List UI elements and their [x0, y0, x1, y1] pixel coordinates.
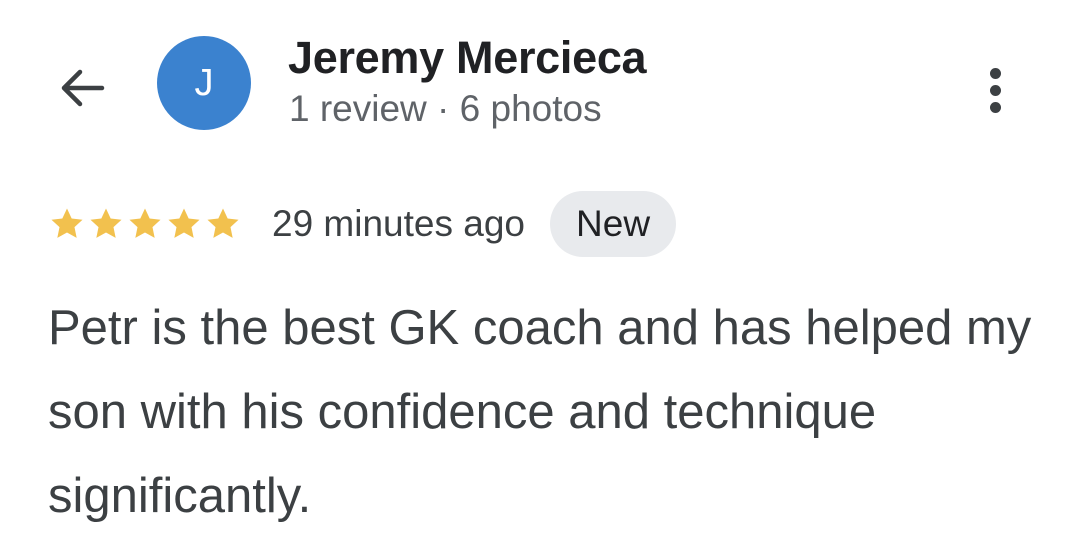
arrow-back-icon: [61, 69, 105, 107]
star-icon: [51, 208, 83, 238]
more-vert-icon-dot: [989, 84, 1001, 96]
more-vert-icon-dot: [989, 101, 1001, 113]
review-timestamp: 29 minutes ago: [272, 203, 526, 244]
star-icon: [90, 208, 122, 238]
star-icon: [207, 208, 239, 238]
more-vert-icon: [989, 67, 1001, 79]
star-rating: [48, 205, 242, 243]
review-text: Petr is the best GK coach and has helped…: [48, 301, 1032, 523]
avatar[interactable]: J: [157, 36, 251, 130]
back-button[interactable]: [50, 60, 114, 116]
star-icon: [129, 208, 161, 238]
star-icon: [168, 208, 200, 238]
avatar-initial: J: [194, 61, 214, 104]
new-badge: New: [550, 191, 677, 257]
rating-row: 29 minutes ago New: [48, 190, 677, 258]
reviewer-name[interactable]: Jeremy Mercieca: [288, 32, 647, 84]
more-options-button[interactable]: [970, 58, 1020, 122]
reviewer-meta: 1 review · 6 photos: [289, 88, 602, 129]
